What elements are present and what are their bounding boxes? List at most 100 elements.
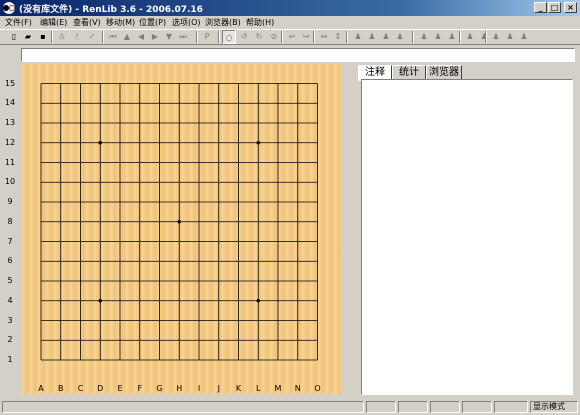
new-file-icon[interactable]: ▯	[7, 30, 21, 44]
black-stone-move-icon[interactable]: ♙	[55, 30, 69, 44]
column-label: J	[217, 384, 220, 393]
status-cell-6	[494, 401, 528, 413]
open-folder-icon[interactable]: ▰	[21, 30, 35, 44]
star-point	[256, 141, 260, 145]
row-label: 4	[7, 295, 13, 305]
column-label: M	[274, 384, 282, 393]
row-label: 12	[4, 137, 16, 147]
pattern-6-icon[interactable]: ♟	[431, 30, 445, 44]
arrow-up-icon[interactable]: ▲	[120, 30, 134, 44]
menu-move[interactable]: 移动(M)	[106, 17, 135, 28]
last-move-icon[interactable]: ⏭	[176, 30, 190, 44]
column-label: A	[38, 384, 44, 393]
board-grid[interactable]	[22, 64, 342, 394]
status-cell-main	[2, 401, 364, 413]
column-label: D	[97, 384, 104, 393]
menu-position[interactable]: 位置(P)	[139, 17, 166, 28]
rotate-icon[interactable]: ◌	[222, 30, 236, 44]
column-label: E	[117, 384, 123, 393]
status-cell-3	[398, 401, 428, 413]
pattern-10-icon[interactable]: ♟	[489, 30, 503, 44]
column-label: K	[235, 384, 242, 393]
toolbar-separator	[196, 31, 198, 43]
pattern-1-icon[interactable]: ♟	[351, 30, 365, 44]
menu-file[interactable]: 文件(F)	[5, 17, 32, 28]
row-label: 7	[7, 236, 13, 246]
column-label: L	[256, 384, 261, 393]
maximize-button[interactable]: □	[548, 2, 561, 13]
menu-bar: 文件(F) 编辑(E) 查看(V) 移动(M) 位置(P) 选项(O) 浏览器(…	[0, 16, 580, 29]
column-label: O	[314, 384, 321, 393]
rotate-ccw-icon[interactable]: ↺	[237, 30, 251, 44]
column-label: H	[176, 384, 183, 393]
exclamation-icon[interactable]: !	[70, 30, 84, 44]
rotate-cw-icon[interactable]: ↻	[252, 30, 266, 44]
toolbar: ▯ ▰ ▪ ♙! ✓ ⏮ ▲ ◀ ▶ ▼ ⏭ P ◌ ↺ ↻ ⊘ ↩ ↪ ↔ ↕ ♟ ♟ ♟ ♟ ♟ ♟ ♟ ♟ ♟ ♟ ♟ ♟	[0, 29, 580, 45]
pattern-2-icon[interactable]: ♟	[365, 30, 379, 44]
row-label: 1	[7, 355, 13, 364]
toolbar-separator	[346, 31, 348, 43]
menu-browser[interactable]: 浏览器(B)	[205, 17, 241, 28]
rotate-180-icon[interactable]: ⊘	[267, 30, 281, 44]
row-label: 2	[7, 335, 13, 345]
pattern-4-icon[interactable]: ♟	[393, 30, 407, 44]
pattern-11-icon[interactable]: ♟	[503, 30, 517, 44]
status-bar: 显示模式	[0, 399, 580, 415]
pattern-3-icon[interactable]: ♟	[379, 30, 393, 44]
status-cell-5	[462, 401, 492, 413]
save-disk-icon[interactable]: ▪	[36, 30, 50, 44]
minimize-button[interactable]: _	[534, 2, 547, 13]
column-label: F	[137, 384, 143, 393]
toolbar-separator	[51, 31, 53, 43]
flip-horizontal-icon[interactable]: ↔	[317, 30, 331, 44]
position-icon[interactable]: P	[200, 30, 214, 44]
menu-help[interactable]: 帮助(H)	[246, 17, 274, 28]
checkmark-icon[interactable]: ✓	[85, 30, 99, 44]
star-point	[256, 299, 260, 303]
toolbar-separator	[218, 31, 220, 43]
flip-vertical-icon[interactable]: ↕	[331, 30, 345, 44]
row-label: 13	[4, 118, 16, 127]
app-icon[interactable]	[3, 2, 15, 14]
tab-browser[interactable]: 浏览器	[426, 65, 462, 79]
row-label: 14	[4, 98, 16, 108]
row-label: 15	[4, 78, 16, 88]
gomoku-board-frame: 15 14 13 12 11 10 9 8 7 6 5 4 3 2 1 A B C D E F G H I J K L M N O	[5, 64, 342, 394]
undo-icon[interactable]: ↩	[285, 30, 299, 44]
status-cell-2	[366, 401, 396, 413]
arrow-right-icon[interactable]: ▶	[148, 30, 162, 44]
gomoku-board[interactable]	[22, 64, 342, 394]
tab-statistics[interactable]: 统计	[392, 65, 426, 79]
status-cell-4	[430, 401, 460, 413]
close-button[interactable]: ×	[564, 2, 577, 13]
comments-panel[interactable]	[361, 79, 573, 395]
column-label: I	[197, 384, 201, 393]
pattern-8-icon[interactable]: ♟	[463, 30, 477, 44]
toolbar-separator	[281, 31, 283, 43]
row-label: 8	[7, 216, 13, 226]
title-bar[interactable]: (没有库文件) - RenLib 3.6 - 2006.07.16 _ □ ×	[0, 0, 580, 16]
arrow-left-icon[interactable]: ◀	[134, 30, 148, 44]
toolbar-separator	[313, 31, 315, 43]
toolbar-separator	[412, 31, 414, 43]
menu-view[interactable]: 查看(V)	[73, 17, 101, 28]
column-label: G	[156, 384, 163, 393]
column-label: N	[294, 384, 301, 393]
arrow-down-icon[interactable]: ▼	[162, 30, 176, 44]
comment-line-input[interactable]	[21, 48, 575, 62]
column-label: C	[77, 384, 84, 393]
pattern-5-icon[interactable]: ♟	[417, 30, 431, 44]
row-label: 3	[7, 315, 13, 325]
redo-icon[interactable]: ↪	[299, 30, 313, 44]
menu-options[interactable]: 选项(O)	[172, 17, 201, 28]
pattern-12-icon[interactable]: ♟	[517, 30, 531, 44]
toolbar-separator	[459, 31, 461, 43]
status-display-mode: 显示模式	[530, 401, 578, 413]
row-label: 11	[4, 157, 16, 167]
row-label: 6	[7, 256, 13, 266]
first-move-icon[interactable]: ⏮	[106, 30, 120, 44]
star-point	[98, 299, 102, 303]
menu-edit[interactable]: 编辑(E)	[40, 17, 67, 28]
star-point	[177, 220, 181, 224]
pattern-7-icon[interactable]: ♟	[445, 30, 459, 44]
